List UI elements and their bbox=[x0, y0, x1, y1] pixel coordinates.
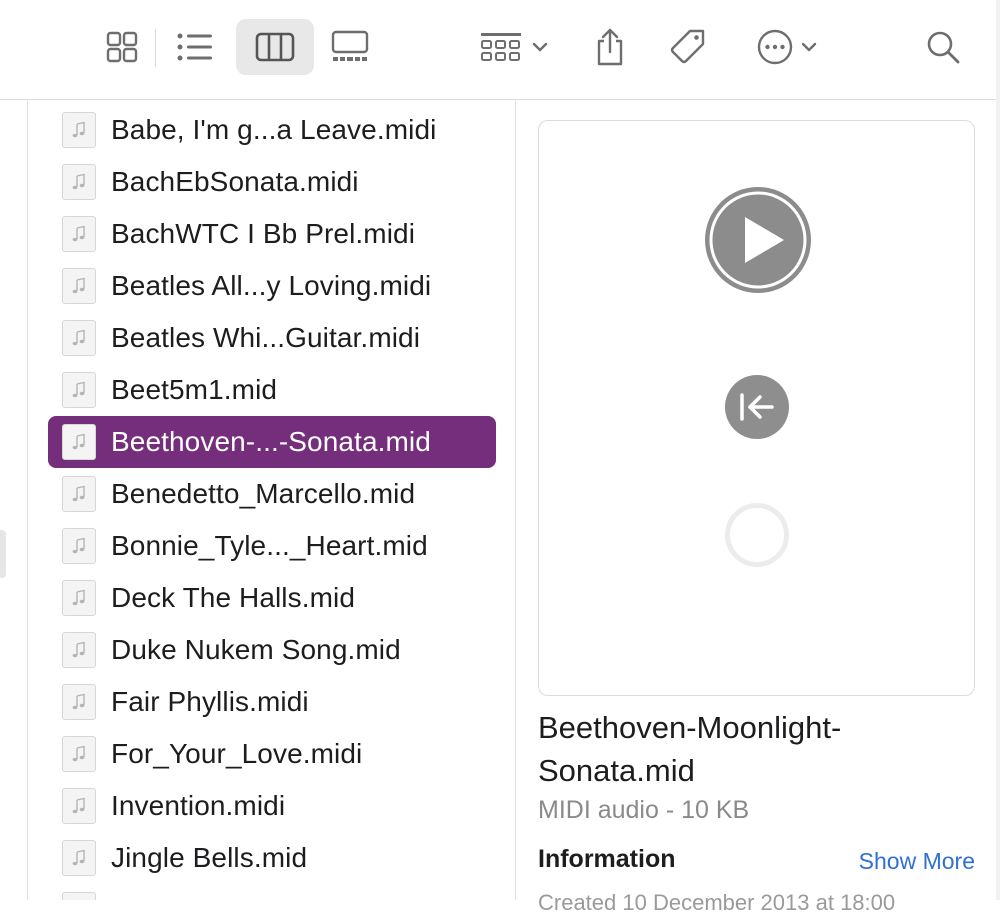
previous-column[interactable] bbox=[0, 101, 28, 900]
file-kind-size: MIDI audio - 10 KB bbox=[538, 796, 750, 824]
file-row[interactable]: Fair Phyllis.midi bbox=[48, 676, 496, 728]
file-row[interactable]: Duke Nukem Song.mid bbox=[48, 624, 496, 676]
midi-file-icon bbox=[62, 320, 96, 356]
group-grid-icon bbox=[481, 33, 521, 61]
list-icon bbox=[177, 33, 212, 61]
midi-file-icon bbox=[62, 528, 96, 564]
chevron-down-icon bbox=[532, 42, 548, 52]
window-edge bbox=[996, 0, 1000, 900]
toolbar-divider bbox=[155, 29, 156, 67]
file-name: Duke Nukem Song.mid bbox=[111, 634, 401, 665]
file-name: Beet5m1.mid bbox=[111, 374, 278, 405]
preview-title: Beethoven-Moonlight- Sonata.mid bbox=[538, 706, 978, 792]
search-button[interactable] bbox=[920, 19, 966, 75]
preview-title-line1: Beethoven-Moonlight- bbox=[538, 710, 842, 745]
grid-icon bbox=[106, 31, 138, 63]
play-button[interactable] bbox=[703, 185, 813, 295]
file-name: Jingle Bells.mid bbox=[111, 842, 308, 873]
midi-file-icon bbox=[62, 892, 96, 900]
file-name: Beethoven-...-Sonata.mid bbox=[111, 426, 431, 457]
chevron-down-icon bbox=[801, 42, 817, 52]
preview-title-line2: Sonata.mid bbox=[538, 753, 695, 788]
file-name: Fair Phyllis.midi bbox=[111, 686, 309, 717]
file-row[interactable]: BachWTC I Bb Prel.midi bbox=[48, 208, 496, 260]
file-row-partial[interactable] bbox=[48, 884, 496, 900]
skip-to-start-icon bbox=[740, 393, 774, 421]
file-name: Deck The Halls.mid bbox=[111, 582, 356, 613]
midi-file-icon bbox=[62, 736, 96, 772]
play-icon bbox=[705, 187, 811, 293]
created-date-row: Created 10 December 2013 at 18:00 bbox=[538, 890, 896, 915]
file-row[interactable]: Beatles Whi...Guitar.midi bbox=[48, 312, 496, 364]
file-row[interactable]: Beet5m1.mid bbox=[48, 364, 496, 416]
file-row[interactable]: Benedetto_Marcello.mid bbox=[48, 468, 496, 520]
file-row[interactable]: Beatles All...y Loving.midi bbox=[48, 260, 496, 312]
file-column: Babe, I'm g...a Leave.midi BachEbSonata.… bbox=[28, 101, 516, 900]
midi-file-icon bbox=[62, 112, 96, 148]
file-name: Bonnie_Tyle..._Heart.mid bbox=[111, 530, 428, 561]
midi-file-icon bbox=[62, 424, 96, 460]
midi-file-icon bbox=[62, 164, 96, 200]
group-by-button[interactable] bbox=[474, 19, 554, 75]
tags-button[interactable] bbox=[664, 19, 712, 75]
icon-view-button[interactable] bbox=[96, 19, 148, 75]
share-icon bbox=[597, 28, 623, 66]
progress-ring bbox=[725, 503, 789, 567]
file-name: BachWTC I Bb Prel.midi bbox=[111, 218, 416, 249]
midi-file-icon bbox=[62, 632, 96, 668]
file-name: Beatles Whi...Guitar.midi bbox=[111, 322, 421, 353]
information-heading: Information bbox=[538, 845, 676, 873]
column-view-button[interactable] bbox=[236, 19, 314, 75]
midi-file-icon bbox=[62, 372, 96, 408]
file-name: Beatles All...y Loving.midi bbox=[111, 270, 432, 301]
file-row[interactable]: For_Your_Love.midi bbox=[48, 728, 496, 780]
file-row[interactable]: BachEbSonata.midi bbox=[48, 156, 496, 208]
show-more-link[interactable]: Show More bbox=[859, 848, 975, 875]
midi-file-icon bbox=[62, 580, 96, 616]
column-resize-handle[interactable] bbox=[0, 530, 6, 578]
tag-icon bbox=[670, 29, 705, 64]
midi-file-icon bbox=[62, 788, 96, 824]
gallery-view-button[interactable] bbox=[324, 19, 376, 75]
midi-file-icon bbox=[62, 840, 96, 876]
file-name: Babe, I'm g...a Leave.midi bbox=[111, 114, 437, 145]
search-icon bbox=[927, 31, 960, 64]
file-row[interactable]: Invention.midi bbox=[48, 780, 496, 832]
list-view-button[interactable] bbox=[168, 19, 222, 75]
more-actions-button[interactable] bbox=[748, 19, 826, 75]
midi-file-icon bbox=[62, 684, 96, 720]
rewind-button[interactable] bbox=[725, 375, 789, 439]
midi-file-icon bbox=[62, 216, 96, 252]
columns-icon bbox=[255, 32, 295, 62]
finder-toolbar bbox=[0, 0, 1000, 100]
file-row-selected[interactable]: Beethoven-...-Sonata.mid bbox=[48, 416, 496, 468]
gallery-icon bbox=[331, 30, 369, 61]
file-row[interactable]: Jingle Bells.mid bbox=[48, 832, 496, 884]
ellipsis-circle-icon bbox=[757, 29, 793, 65]
file-row[interactable]: Babe, I'm g...a Leave.midi bbox=[48, 104, 496, 156]
file-row[interactable]: Bonnie_Tyle..._Heart.mid bbox=[48, 520, 496, 572]
midi-file-icon bbox=[62, 476, 96, 512]
midi-file-icon bbox=[62, 268, 96, 304]
file-name: Invention.midi bbox=[111, 790, 286, 821]
share-button[interactable] bbox=[588, 19, 632, 75]
file-name: BachEbSonata.midi bbox=[111, 166, 359, 197]
file-name: Benedetto_Marcello.mid bbox=[111, 478, 416, 509]
preview-pane bbox=[538, 120, 975, 696]
file-row[interactable]: Deck The Halls.mid bbox=[48, 572, 496, 624]
file-name: For_Your_Love.midi bbox=[111, 738, 363, 769]
